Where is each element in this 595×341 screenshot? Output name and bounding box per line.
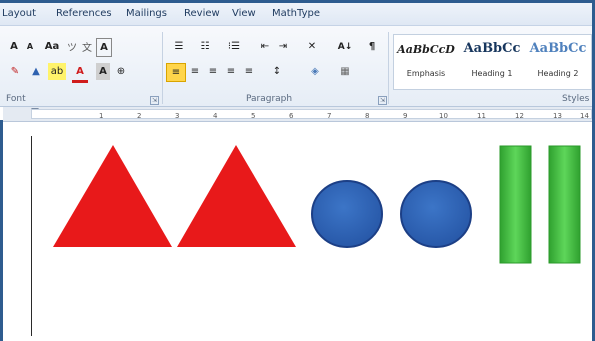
blue-circle[interactable] — [400, 180, 472, 248]
word-window: Layout References Mailings Review View M… — [0, 0, 595, 341]
shapes-layer — [53, 145, 581, 264]
green-rectangle[interactable] — [548, 145, 581, 264]
green-rectangle[interactable] — [499, 145, 532, 264]
red-triangle[interactable] — [53, 145, 172, 247]
blue-circle[interactable] — [311, 180, 383, 248]
red-triangle[interactable] — [177, 145, 296, 247]
